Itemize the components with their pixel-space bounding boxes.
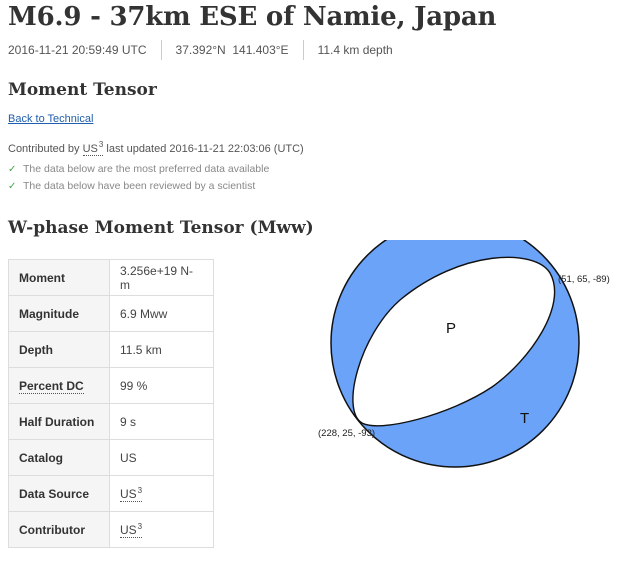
row-label: Data Source xyxy=(8,475,110,512)
section-title: Moment Tensor xyxy=(8,80,157,100)
event-time: 2016-11-21 20:59:49 UTC xyxy=(8,43,147,57)
row-label: Moment xyxy=(8,259,110,296)
row-value: 9 s xyxy=(109,403,214,440)
status-text: The data below are the most preferred da… xyxy=(23,163,270,175)
table-row: Depth 11.5 km xyxy=(8,331,214,368)
nodal-plane-2-label: (228, 25, -93) xyxy=(318,428,375,439)
data-source-abbr[interactable]: US3 xyxy=(120,486,143,502)
check-icon: ✓ xyxy=(8,163,17,175)
status-reviewed: ✓ The data below have been reviewed by a… xyxy=(8,180,255,192)
contributor-abbr[interactable]: US3 xyxy=(82,140,104,156)
data-source-sup: 3 xyxy=(137,486,143,495)
contributor-abbr[interactable]: US3 xyxy=(120,522,143,538)
row-label: Percent DC xyxy=(8,367,110,404)
moment-tensor-table: Moment 3.256e+19 N-m Magnitude 6.9 Mww D… xyxy=(8,259,214,548)
contributor-name: US xyxy=(82,143,98,155)
contributor-sup: 3 xyxy=(137,522,143,531)
row-label: Depth xyxy=(8,331,110,368)
contributor-name: US xyxy=(120,523,137,537)
row-value: US xyxy=(109,439,214,476)
nodal-plane-1-label: (51, 65, -89) xyxy=(558,274,610,285)
row-label: Magnitude xyxy=(8,295,110,332)
row-value: US3 xyxy=(109,475,214,512)
table-row: Catalog US xyxy=(8,439,214,476)
table-row: Half Duration 9 s xyxy=(8,403,214,440)
data-source-name: US xyxy=(120,487,137,501)
status-text: The data below have been reviewed by a s… xyxy=(23,180,256,192)
row-label: Catalog xyxy=(8,439,110,476)
row-label: Contributor xyxy=(8,511,110,548)
p-axis-label: P xyxy=(446,320,456,337)
t-axis-label: T xyxy=(520,410,529,427)
event-depth: 11.4 km depth xyxy=(317,43,393,57)
tensor-title: W-phase Moment Tensor (Mww) xyxy=(8,218,314,238)
page-title: M6.9 - 37km ESE of Namie, Japan xyxy=(8,2,497,32)
check-icon: ✓ xyxy=(8,180,17,192)
row-value: 3.256e+19 N-m xyxy=(109,259,214,296)
event-location: 37.392°N 141.403°E xyxy=(175,43,289,57)
row-value: 99 % xyxy=(109,367,214,404)
table-row: Percent DC 99 % xyxy=(8,367,214,404)
table-row: Data Source US3 xyxy=(8,475,214,512)
contributed-by: Contributed by US3 last updated 2016-11-… xyxy=(8,140,304,156)
percent-dc-abbr[interactable]: Percent DC xyxy=(19,378,84,394)
table-row: Moment 3.256e+19 N-m xyxy=(8,259,214,296)
row-label: Half Duration xyxy=(8,403,110,440)
row-value: US3 xyxy=(109,511,214,548)
beachball-diagram: P T (51, 65, -89) (228, 25, -93) xyxy=(318,240,610,468)
divider xyxy=(302,40,304,60)
back-to-technical-link[interactable]: Back to Technical xyxy=(8,113,93,125)
status-preferred: ✓ The data below are the most preferred … xyxy=(8,163,269,175)
row-value: 11.5 km xyxy=(109,331,214,368)
contributor-sup: 3 xyxy=(98,140,104,149)
last-updated: last updated 2016-11-21 22:03:06 (UTC) xyxy=(106,143,304,155)
divider xyxy=(160,40,162,60)
contributed-prefix: Contributed by xyxy=(8,143,80,155)
table-row: Magnitude 6.9 Mww xyxy=(8,295,214,332)
event-meta: 2016-11-21 20:59:49 UTC 37.392°N 141.403… xyxy=(8,40,393,60)
row-value: 6.9 Mww xyxy=(109,295,214,332)
table-row: Contributor US3 xyxy=(8,511,214,548)
